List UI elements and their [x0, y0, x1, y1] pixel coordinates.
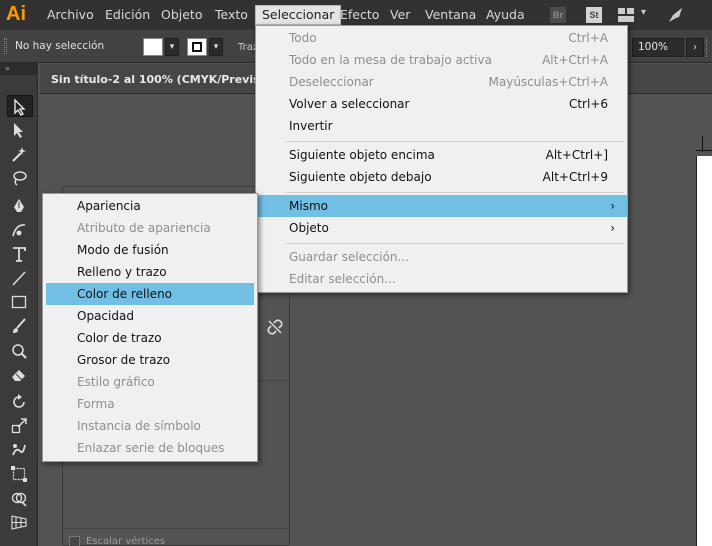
crop-mark: [696, 150, 712, 151]
selection-tool-icon[interactable]: [7, 95, 33, 117]
menu-edicion[interactable]: Edición: [105, 7, 150, 25]
menu-item-volver-a-seleccionar[interactable]: Volver a seleccionar Ctrl+6: [256, 93, 627, 115]
paintbrush-tool-icon[interactable]: [7, 315, 33, 337]
menu-item-todo-mesa-activa[interactable]: Todo en la mesa de trabajo activa Alt+Ctr…: [256, 49, 627, 71]
same-submenu: Apariencia Atributo de apariencia Modo d…: [42, 193, 258, 462]
warp-tool-icon[interactable]: [7, 439, 33, 461]
panel-grip[interactable]: [4, 38, 7, 54]
pen-tool-icon[interactable]: [7, 195, 33, 217]
menu-separator: [286, 141, 624, 142]
menu-item-siguiente-encima[interactable]: Siguiente objeto encima Alt+Ctrl+]: [256, 144, 627, 166]
eraser-tool-icon[interactable]: [7, 363, 33, 385]
gpu-rocket-icon[interactable]: [666, 5, 686, 25]
selection-status: No hay selección: [15, 40, 105, 52]
menu-item-todo[interactable]: Todo Ctrl+A: [256, 27, 627, 49]
chevron-right-icon: ›: [610, 221, 615, 235]
curvature-tool-icon[interactable]: [7, 219, 33, 241]
menu-item-guardar-seleccion[interactable]: Guardar selección...: [256, 246, 627, 268]
select-menu-dropdown: Todo Ctrl+A Todo en la mesa de trabajo ac…: [255, 25, 628, 293]
scale-corners-checkbox[interactable]: [69, 536, 80, 546]
rotate-tool-icon[interactable]: [7, 391, 33, 413]
bridge-icon[interactable]: Br: [550, 7, 566, 23]
fill-dropdown-button[interactable]: ▾: [165, 38, 179, 56]
menu-item-siguiente-debajo[interactable]: Siguiente objeto debajo Alt+Ctrl+9: [256, 166, 627, 188]
scale-tool-icon[interactable]: [7, 415, 33, 437]
type-tool-icon[interactable]: [7, 243, 33, 265]
submenu-item-apariencia[interactable]: Apariencia: [43, 195, 257, 217]
menu-item-deseleccionar[interactable]: Deseleccionar Mayúsculas+Ctrl+A: [256, 71, 627, 93]
menu-ayuda[interactable]: Ayuda: [486, 7, 525, 25]
menu-item-objeto[interactable]: Objeto ›: [256, 217, 627, 239]
rectangle-tool-icon[interactable]: [7, 291, 33, 313]
lasso-tool-icon[interactable]: [7, 167, 33, 189]
menu-separator: [286, 243, 624, 244]
menu-efecto[interactable]: Efecto: [340, 7, 379, 25]
submenu-item-grosor-trazo[interactable]: Grosor de trazo: [43, 349, 257, 371]
menu-archivo[interactable]: Archivo: [47, 7, 94, 25]
menu-objeto[interactable]: Objeto: [161, 7, 203, 25]
perspective-grid-tool-icon[interactable]: [7, 511, 33, 533]
toolbar-collapse-button[interactable]: »: [0, 63, 38, 75]
panel-divider: [64, 528, 288, 529]
scale-corners-label: Escalar vértices: [86, 536, 166, 546]
submenu-item-atributo-apariencia[interactable]: Atributo de apariencia: [43, 217, 257, 239]
submenu-item-modo-fusion[interactable]: Modo de fusión: [43, 239, 257, 261]
direct-selection-tool-icon[interactable]: [7, 119, 33, 141]
submenu-item-opacidad[interactable]: Opacidad: [43, 305, 257, 327]
shaper-tool-icon[interactable]: [7, 339, 33, 361]
unlink-icon[interactable]: [266, 318, 284, 336]
submenu-item-relleno-trazo[interactable]: Relleno y trazo: [43, 261, 257, 283]
workspace-grid-icon[interactable]: [618, 8, 634, 22]
stroke-swatch[interactable]: [187, 38, 207, 56]
app-logo: Ai: [6, 3, 26, 25]
chevron-down-icon[interactable]: ▾: [641, 7, 646, 18]
magic-wand-tool-icon[interactable]: [7, 143, 33, 165]
crop-mark: [702, 136, 703, 152]
submenu-item-instancia-simbolo[interactable]: Instancia de símbolo: [43, 415, 257, 437]
submenu-item-enlazar-bloques[interactable]: Enlazar serie de bloques: [43, 437, 257, 459]
menu-separator: [286, 192, 624, 193]
chevron-right-icon: ›: [610, 199, 615, 213]
document-tab[interactable]: Sin título-2 al 100% (CMYK/Previsualiza: [40, 64, 296, 94]
menu-item-invertir[interactable]: Invertir: [256, 115, 627, 137]
menu-texto[interactable]: Texto: [215, 7, 248, 25]
stock-icon[interactable]: St: [586, 7, 602, 23]
right-panel-grip[interactable]: [706, 38, 712, 57]
menu-ver[interactable]: Ver: [390, 7, 410, 25]
line-tool-icon[interactable]: [7, 267, 33, 289]
menu-item-mismo[interactable]: Mismo ›: [256, 195, 627, 217]
menu-ventana[interactable]: Ventana: [425, 7, 476, 25]
artboard[interactable]: [696, 156, 712, 546]
submenu-item-color-relleno[interactable]: Color de relleno: [46, 283, 254, 305]
menu-item-editar-seleccion[interactable]: Editar selección...: [256, 268, 627, 290]
shape-builder-tool-icon[interactable]: [7, 487, 33, 509]
menu-seleccionar[interactable]: Seleccionar: [255, 5, 342, 25]
submenu-item-color-trazo[interactable]: Color de trazo: [43, 327, 257, 349]
zoom-field[interactable]: 100%: [632, 38, 684, 57]
fill-swatch[interactable]: [143, 38, 163, 56]
submenu-item-estilo-grafico[interactable]: Estilo gráfico: [43, 371, 257, 393]
tools-panel: [0, 75, 38, 546]
free-transform-tool-icon[interactable]: [7, 463, 33, 485]
stroke-dropdown-button[interactable]: ▾: [209, 38, 223, 56]
zoom-arrow-button[interactable]: ›: [686, 38, 704, 57]
submenu-item-forma[interactable]: Forma: [43, 393, 257, 415]
